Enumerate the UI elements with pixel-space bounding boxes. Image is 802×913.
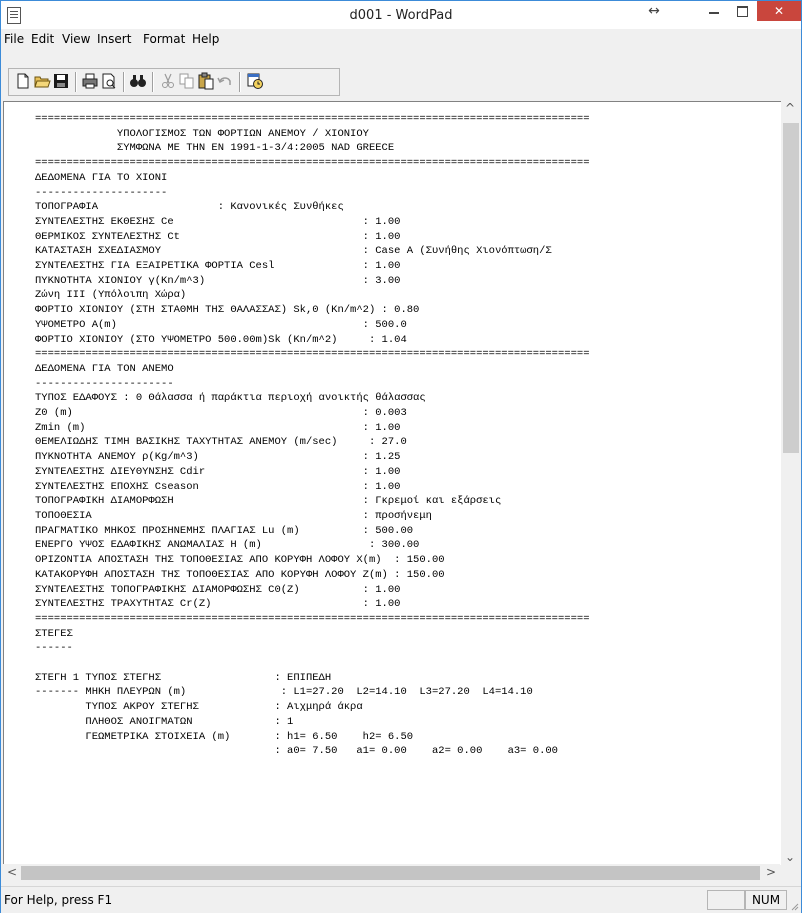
cut-scissors-icon[interactable] bbox=[159, 72, 177, 90]
copy-icon[interactable] bbox=[178, 72, 196, 90]
vertical-scroll-thumb[interactable] bbox=[783, 123, 799, 453]
document-line: ΠΡΑΓΜΑΤΙΚΟ ΜΗΚΟΣ ΠΡΟΣΗΝΕΜΗΣ ΠΛΑΓΙΑΣ Lu (… bbox=[35, 524, 414, 537]
document-line: ΣΥΝΤΕΛΕΣΤΗΣ ΔΙΕΥΘΥΝΣΗΣ Cdir : 1.00 bbox=[35, 465, 401, 478]
document-line: ΤΥΠΟΣ ΕΔΑΦΟΥΣ : 0 Θάλασσα ή παράκτια περ… bbox=[35, 392, 426, 405]
document-line: ΣΥΝΤΕΛΕΣΤΗΣ ΓΙΑ ΕΞΑΙΡΕΤΙΚΑ ΦΟΡΤΙΑ Cesl :… bbox=[35, 260, 401, 273]
document-line: ========================================… bbox=[35, 157, 590, 170]
document-line: Zmin (m) : 1.00 bbox=[35, 421, 401, 434]
maximize-button[interactable] bbox=[729, 1, 755, 21]
document-line: ---------------------- bbox=[35, 377, 174, 390]
document-line: ΥΠΟΛΟΓΙΣΜΟΣ ΤΩΝ ΦΟΡΤΙΩΝ ΑΝΕΜΟΥ / ΧΙΟΝΙΟΥ bbox=[35, 127, 369, 140]
vertical-scrollbar[interactable]: ^ ⌄ bbox=[781, 101, 801, 864]
document-line: ΣΤΕΓΗ 1 ΤΥΠΟΣ ΣΤΕΓΗΣ : ΕΠΙΠΕΔΗ bbox=[35, 671, 332, 684]
document-line: ========================================… bbox=[35, 113, 590, 125]
document-line: ΠΛΗΘΟΣ ΑΝΟΙΓΜΑΤΩΝ : 1 bbox=[35, 715, 294, 728]
document-line: ΤΥΠΟΣ ΑΚΡΟΥ ΣΤΕΓΗΣ : Αιχμηρά άκρα bbox=[35, 701, 363, 714]
document-line: Z0 (m) : 0.003 bbox=[35, 407, 407, 420]
document-line: ΠΥΚΝΟΤΗΤΑ ΑΝΕΜΟΥ ρ(Kg/m^3) : 1.25 bbox=[35, 451, 401, 464]
document-line: ΟΡΙΖΟΝΤΙΑ ΑΠΟΣΤΑΣΗ ΤΗΣ ΤΟΠΟΘΕΣΙΑΣ ΑΠΟ ΚΟ… bbox=[35, 554, 445, 567]
document-line: ΚΑΤΑΚΟΡΥΦΗ ΑΠΟΣΤΑΣΗ ΤΗΣ ΤΟΠΟΘΕΣΙΑΣ ΑΠΟ Κ… bbox=[35, 568, 445, 581]
document-line: ΤΟΠΟΘΕΣΙΑ : προσήνεμη bbox=[35, 509, 432, 522]
status-help-text: For Help, press F1 bbox=[4, 893, 113, 907]
print-icon[interactable] bbox=[81, 72, 99, 90]
document-line: ΤΟΠΟΓΡΑΦΙΚΗ ΔΙΑΜΟΡΦΩΣΗ : Γκρεμοί και εξά… bbox=[35, 495, 502, 508]
document-text[interactable]: ========================================… bbox=[35, 112, 590, 759]
menu-edit[interactable]: Edit bbox=[31, 32, 54, 46]
toolbar-separator bbox=[152, 72, 154, 92]
close-button[interactable]: ✕ bbox=[757, 1, 801, 21]
document-line: ========================================… bbox=[35, 612, 590, 625]
document-line: ΦΟΡΤΙΟ ΧΙΟΝΙΟΥ (ΣΤΗ ΣΤΑΘΜΗ ΤΗΣ ΘΑΛΑΣΣΑΣ)… bbox=[35, 304, 420, 317]
status-num-lock: NUM bbox=[745, 890, 787, 910]
document-line: ΦΟΡΤΙΟ ΧΙΟΝΙΟΥ (ΣΤΟ ΥΨΟΜΕΤΡΟ 500.00m)Sk … bbox=[35, 333, 407, 346]
paste-icon[interactable] bbox=[197, 72, 215, 90]
document-line: ΕΝΕΡΓΟ ΥΨΟΣ ΕΔΑΦΙΚΗΣ ΑΝΩΜΑΛΙΑΣ Η (m) : 3… bbox=[35, 539, 420, 552]
find-binoculars-icon[interactable] bbox=[129, 72, 147, 90]
document-line: ΚΑΤΑΣΤΑΣΗ ΣΧΕΔΙΑΣΜΟΥ : Case A (Συνήθης Χ… bbox=[35, 245, 552, 258]
scroll-down-arrow-icon[interactable]: ⌄ bbox=[785, 850, 795, 864]
minimize-button[interactable] bbox=[701, 1, 727, 21]
date-time-icon[interactable] bbox=[246, 72, 264, 90]
document-line: ΓΕΩΜΕΤΡΙΚΑ ΣΤΟΙΧΕΙΑ (m) : h1= 6.50 h2= 6… bbox=[35, 730, 414, 743]
scroll-right-arrow-icon[interactable]: > bbox=[766, 865, 776, 879]
document-line: Ζώνη ΙΙΙ (Υπόλοιπη Χώρα) bbox=[35, 289, 187, 302]
toolbar-separator bbox=[239, 72, 241, 92]
menu-file[interactable]: File bbox=[4, 32, 24, 46]
menu-view[interactable]: View bbox=[62, 32, 90, 46]
window-title: d001 - WordPad bbox=[349, 8, 453, 23]
document-line: ΘΕΡΜΙΚΟΣ ΣΥΝΤΕΛΕΣΤΗΣ Ct : 1.00 bbox=[35, 230, 401, 243]
save-disk-icon[interactable] bbox=[52, 72, 70, 90]
horizontal-scrollbar[interactable]: < > bbox=[3, 864, 780, 882]
toolbar bbox=[1, 50, 801, 98]
document-line: ΥΨΟΜΕΤΡΟ Α(m) : 500.0 bbox=[35, 318, 407, 331]
document-line: : a0= 7.50 a1= 0.00 a2= 0.00 a3= 0.00 bbox=[35, 745, 558, 758]
document-line: ΣΥΝΤΕΛΕΣΤΗΣ ΕΚΘΕΣΗΣ Ce : 1.00 bbox=[35, 215, 401, 228]
menu-insert[interactable]: Insert bbox=[97, 32, 131, 46]
resize-grip-icon[interactable] bbox=[789, 901, 799, 911]
standard-toolbar bbox=[8, 68, 340, 96]
print-preview-icon[interactable] bbox=[100, 72, 118, 90]
horizontal-scroll-thumb[interactable] bbox=[21, 866, 760, 880]
document-line: ΔΕΔΟΜΕΝΑ ΓΙΑ ΤΟ ΧΙΟΝΙ bbox=[35, 171, 168, 184]
document-line: ========================================… bbox=[35, 348, 590, 361]
new-document-icon[interactable] bbox=[14, 72, 32, 90]
document-line: ------- ΜΗΚΗ ΠΛΕΥΡΩΝ (m) : L1=27.20 L2=1… bbox=[35, 686, 533, 699]
document-line: ΘΕΜΕΛΙΩΔΗΣ ΤΙΜΗ ΒΑΣΙΚΗΣ ΤΑΧΥΤΗΤΑΣ ΑΝΕΜΟΥ… bbox=[35, 436, 407, 449]
resize-arrows-icon[interactable]: ↔ bbox=[639, 1, 669, 21]
document-line: ΠΥΚΝΟΤΗΤΑ ΧΙΟΝΙΟΥ γ(Kn/m^3) : 3.00 bbox=[35, 274, 401, 287]
toolbar-separator bbox=[75, 72, 77, 92]
document-line: ΣΥΜΦΩΝΑ ΜΕ ΤΗΝ ΕΝ 1991-1-3/4:2005 NAD GR… bbox=[35, 142, 395, 155]
wordpad-window: d001 - WordPad ↔ ✕ File Edit View Insert… bbox=[0, 0, 802, 913]
document-line: ΣΥΝΤΕΛΕΣΤΗΣ ΕΠΟΧΗΣ Cseason : 1.00 bbox=[35, 480, 401, 493]
document-line: ------ bbox=[35, 642, 73, 655]
menu-help[interactable]: Help bbox=[192, 32, 219, 46]
status-bar: For Help, press F1 NUM bbox=[1, 886, 801, 913]
document-line: ΣΥΝΤΕΛΕΣΤΗΣ ΤΡΑΧΥΤΗΤΑΣ Cr(Z) : 1.00 bbox=[35, 598, 401, 611]
document-line: --------------------- bbox=[35, 186, 168, 199]
scroll-left-arrow-icon[interactable]: < bbox=[7, 865, 17, 879]
menu-format[interactable]: Format bbox=[143, 32, 185, 46]
document-line: ΔΕΔΟΜΕΝΑ ΓΙΑ ΤΟΝ ΑΝΕΜΟ bbox=[35, 362, 174, 375]
undo-icon[interactable] bbox=[216, 72, 234, 90]
document-line: ΤΟΠΟΓΡΑΦΙΑ : Κανονικές Συνθήκες bbox=[35, 201, 344, 214]
document-line: ΣΥΝΤΕΛΕΣΤΗΣ ΤΟΠΟΓΡΑΦΙΚΗΣ ΔΙΑΜΟΡΦΩΣΗΣ C0(… bbox=[35, 583, 401, 596]
document-line: ΣΤΕΓΕΣ bbox=[35, 627, 73, 640]
toolbar-separator bbox=[123, 72, 125, 92]
document-area[interactable]: ========================================… bbox=[3, 101, 781, 865]
title-bar[interactable]: d001 - WordPad ↔ ✕ bbox=[1, 1, 801, 29]
open-folder-icon[interactable] bbox=[33, 72, 51, 90]
status-cell-empty bbox=[707, 890, 745, 910]
scroll-up-arrow-icon[interactable]: ^ bbox=[785, 101, 795, 115]
menu-bar: File Edit View Insert Format Help bbox=[1, 30, 801, 50]
